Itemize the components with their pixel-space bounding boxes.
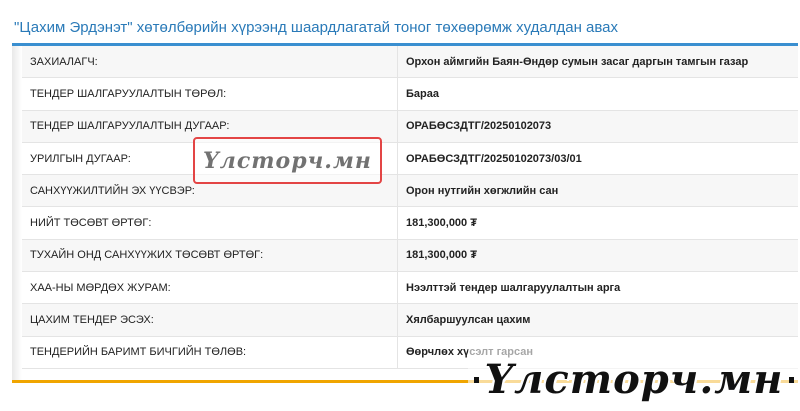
table-row: ТЕНДЕР ШАЛГАРУУЛАЛТЫН ДУГААР: ОРАБӨСЗДТГ…: [22, 110, 798, 143]
row-value: Хялбаршуулсан цахим: [397, 303, 798, 337]
tender-details-card: ЗАХИАЛАГЧ: Орхон аймгийн Баян-Өндөр сумы…: [12, 43, 798, 383]
page-title: "Цахим Эрдэнэт" хөтөлбөрийн хүрээнд шаар…: [14, 19, 619, 36]
watermark-logo-text: Үлсторч.мн: [484, 356, 784, 403]
table-row: ТУХАЙН ОНД САНХҮҮЖИХ ТӨСӨВТ ӨРТӨГ: 181,3…: [22, 239, 798, 273]
row-label: ХАА-НЫ МӨРДӨХ ЖУРАМ:: [22, 271, 398, 305]
row-value: ОРАБӨСЗДТГ/20250102073/03/01: [397, 142, 798, 176]
table-row: УРИЛГЫН ДУГААР: ОРАБӨСЗДТГ/20250102073/0…: [22, 142, 798, 176]
watermark-logo: Үлсторч.мн: [468, 348, 800, 411]
row-label: ТЕНДЕРИЙН БАРИМТ БИЧГИЙН ТӨЛӨВ:: [22, 336, 398, 369]
watermark-badge: Үлсторч.мн: [193, 137, 382, 184]
tender-details-table: ЗАХИАЛАГЧ: Орхон аймгийн Баян-Өндөр сумы…: [22, 46, 798, 369]
card-left-shadow: [12, 46, 22, 380]
row-value: Нээлттэй тендер шалгаруулалтын арга: [397, 271, 798, 305]
table-row: САНХҮҮЖИЛТИЙН ЭХ ҮҮСВЭР: Орон нутгийн хө…: [22, 174, 798, 208]
row-value: 181,300,000 ₮: [397, 206, 798, 240]
row-label: ЗАХИАЛАГЧ:: [22, 46, 398, 79]
watermark-logo-flourish-left: [474, 376, 479, 383]
row-label: НИЙТ ТӨСӨВТ ӨРТӨГ:: [22, 206, 398, 240]
row-value: Орхон аймгийн Баян-Өндөр сумын засаг дар…: [397, 46, 798, 79]
table-row: НИЙТ ТӨСӨВТ ӨРТӨГ: 181,300,000 ₮: [22, 206, 798, 240]
table-row: ЦАХИМ ТЕНДЕР ЭСЭХ: Хялбаршуулсан цахим: [22, 303, 798, 337]
row-value: 181,300,000 ₮: [397, 239, 798, 273]
row-label: ТУХАЙН ОНД САНХҮҮЖИХ ТӨСӨВТ ӨРТӨГ:: [22, 239, 398, 273]
table-row: ХАА-НЫ МӨРДӨХ ЖУРАМ: Нээлттэй тендер шал…: [22, 271, 798, 305]
table-row: ЗАХИАЛАГЧ: Орхон аймгийн Баян-Өндөр сумы…: [22, 46, 798, 79]
watermark-text: Үлсторч.мн: [203, 147, 372, 174]
row-value: Бараа: [397, 77, 798, 111]
watermark-logo-flourish-right: [789, 376, 794, 383]
row-value: Орон нутгийн хөгжлийн сан: [397, 174, 798, 208]
row-value: ОРАБӨСЗДТГ/20250102073: [397, 110, 798, 143]
row-label: ЦАХИМ ТЕНДЕР ЭСЭХ:: [22, 303, 398, 337]
table-row: ТЕНДЕР ШАЛГАРУУЛАЛТЫН ТӨРӨЛ: Бараа: [22, 77, 798, 111]
row-label: ТЕНДЕР ШАЛГАРУУЛАЛТЫН ТӨРӨЛ:: [22, 77, 398, 111]
